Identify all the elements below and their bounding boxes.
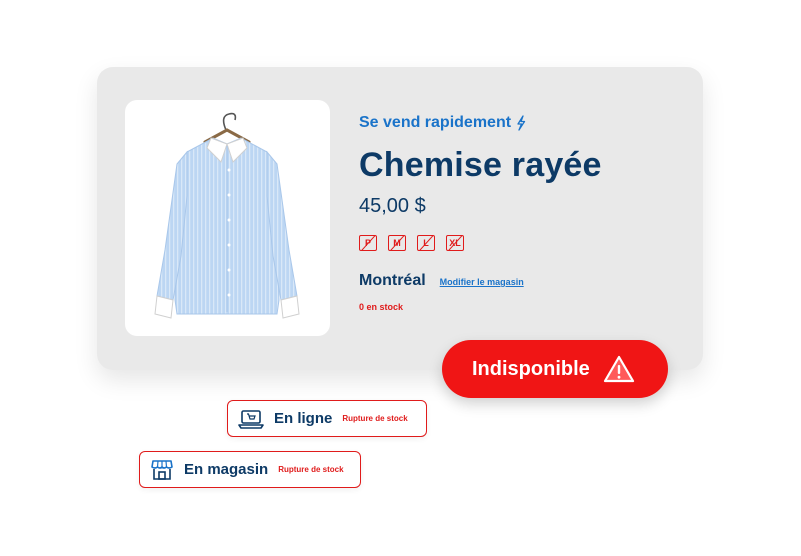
product-image (125, 100, 330, 336)
storefront-icon (151, 459, 173, 480)
product-card: Se vend rapidement Chemise rayée 45,00 $… (97, 67, 703, 370)
unavailable-badge: Indisponible (442, 340, 668, 398)
warning-icon (603, 355, 634, 383)
in-store-status: Rupture de stock (278, 465, 344, 474)
unavailable-label: Indisponible (472, 357, 590, 380)
size-option-p[interactable]: P (359, 235, 377, 251)
size-option-l[interactable]: L (417, 235, 435, 251)
stage: Se vend rapidement Chemise rayée 45,00 $… (0, 0, 801, 556)
online-availability[interactable]: En ligne Rupture de stock (227, 400, 427, 437)
online-status: Rupture de stock (342, 414, 408, 423)
in-store-availability[interactable]: En magasin Rupture de stock (139, 451, 361, 488)
store-row: Montréal Modifier le magasin (359, 272, 679, 290)
stock-count: 0 en stock (359, 302, 404, 312)
size-options: P M L XL (359, 235, 679, 251)
size-option-m[interactable]: M (388, 235, 406, 251)
lightning-icon (517, 115, 526, 131)
in-store-label: En magasin (184, 461, 269, 478)
size-option-xl[interactable]: XL (446, 235, 464, 251)
tagline-text: Se vend rapidement (359, 114, 512, 131)
change-store-link[interactable]: Modifier le magasin (440, 277, 524, 287)
tagline: Se vend rapidement (359, 113, 679, 133)
store-name: Montréal (359, 272, 426, 289)
product-title: Chemise rayée (359, 146, 602, 184)
product-price: 45,00 $ (359, 195, 426, 217)
laptop-cart-icon (238, 409, 264, 429)
product-info: Se vend rapidement Chemise rayée 45,00 $… (359, 113, 679, 312)
online-label: En ligne (274, 410, 333, 427)
shirt-image (154, 112, 300, 319)
